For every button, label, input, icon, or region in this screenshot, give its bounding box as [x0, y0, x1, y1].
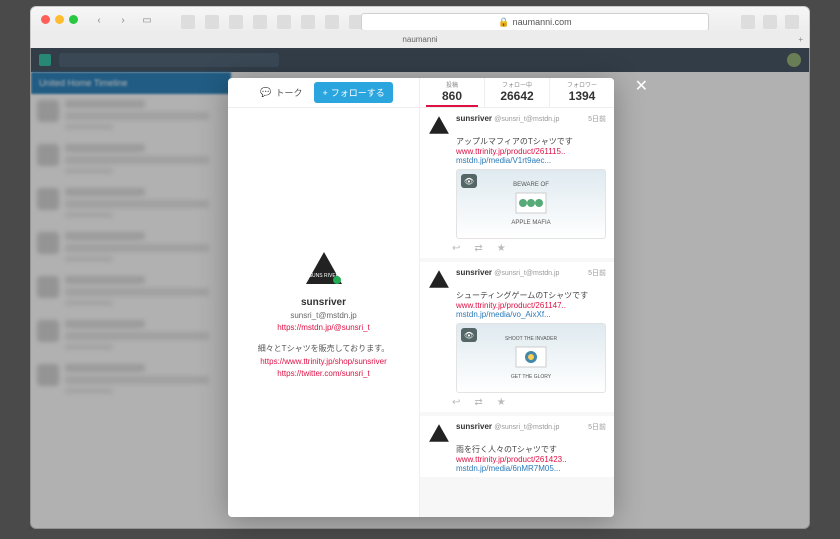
toolbar-icon-7[interactable] — [325, 15, 339, 29]
close-icon[interactable]: ✕ — [635, 76, 648, 96]
profile-twitter-link[interactable]: https://twitter.com/sunsri_t — [277, 369, 369, 378]
post-item: sunsriver @sunsri_t@mstdn.jp 5日前 雨を行く人々の… — [420, 416, 614, 477]
profile-pane: 💬 トーク + フォローする SUNS RIVER sunsriver suns… — [228, 78, 420, 517]
browser-right-icons — [741, 15, 799, 29]
post-attachment[interactable]: 👁 BEWARE OF APPLE MAFIA — [456, 169, 606, 239]
post-username[interactable]: sunsriver — [456, 114, 492, 123]
stat-posts[interactable]: 投稿 860 — [420, 78, 485, 107]
profile-shop-link[interactable]: https://www.ttrinity.jp/shop/sunsriver — [260, 357, 387, 366]
profile-modal: 💬 トーク + フォローする SUNS RIVER sunsriver suns… — [228, 78, 614, 517]
post-text: 雨を行く人々のTシャツです — [456, 444, 606, 455]
tab-title[interactable]: naumanni — [402, 35, 437, 44]
post-link-1[interactable]: www.ttrinity.jp/product/261423.. — [456, 455, 567, 464]
profile-avatar: SUNS RIVER — [304, 248, 344, 288]
attach-caption-bottom: APPLE MAFIA — [511, 220, 551, 226]
attach-caption-bottom: GET THE GLORY — [505, 374, 557, 380]
post-username[interactable]: sunsriver — [456, 268, 492, 277]
profile-username: sunsriver — [301, 297, 346, 308]
window-close[interactable] — [41, 15, 50, 24]
toolbar-icon-5[interactable] — [277, 15, 291, 29]
sensitive-icon[interactable]: 👁 — [461, 328, 477, 342]
stats-row: 投稿 860 フォロー中 26642 フォロワー 1394 — [420, 78, 614, 108]
toolbar-icon-2[interactable] — [205, 15, 219, 29]
post-time: 5日前 — [588, 268, 606, 278]
post-handle: @sunsri_t@mstdn.jp — [494, 116, 559, 123]
stat-following-count: 26642 — [485, 89, 549, 103]
toolbar-icon-4[interactable] — [253, 15, 267, 29]
post-actions: ↩ ⇄ ★ — [452, 397, 606, 408]
traffic-lights — [41, 15, 78, 24]
post-time: 5日前 — [588, 422, 606, 432]
talk-button[interactable]: 💬 トーク — [254, 83, 308, 102]
post-avatar[interactable] — [428, 268, 450, 290]
profile-handle: sunsri_t@mstdn.jp — [290, 311, 356, 320]
profile-body: SUNS RIVER sunsriver sunsri_t@mstdn.jp h… — [228, 108, 419, 517]
profile-bio: 細々とTシャツを販売しております。 — [258, 343, 390, 354]
post-link-2[interactable]: mstdn.jp/media/V1rt9aec... — [456, 156, 551, 165]
post-text: アップルマフィアのTシャツです — [456, 136, 606, 147]
stat-following-label: フォロー中 — [485, 80, 549, 89]
post-avatar[interactable] — [428, 422, 450, 444]
toolbar-icon-3[interactable] — [229, 15, 243, 29]
toolbar-icon-6[interactable] — [301, 15, 315, 29]
stat-posts-label: 投稿 — [420, 80, 484, 89]
post-attachment[interactable]: 👁 SHOOT THE INVADER GET THE GLORY — [456, 323, 606, 393]
forward-button[interactable]: › — [115, 13, 131, 27]
favorite-icon[interactable]: ★ — [497, 397, 506, 408]
boost-icon[interactable]: ⇄ — [474, 397, 482, 408]
post-text: シューティングゲームのTシャツです — [456, 290, 606, 301]
address-bar[interactable]: 🔒 naumanni.com — [361, 13, 709, 31]
stat-posts-count: 860 — [420, 89, 484, 103]
toolbar-icons — [181, 15, 363, 29]
follow-button[interactable]: + フォローする — [314, 82, 392, 103]
post-link-2[interactable]: mstdn.jp/media/6nMR7M05... — [456, 464, 561, 473]
window-zoom[interactable] — [69, 15, 78, 24]
sensitive-icon[interactable]: 👁 — [461, 174, 477, 188]
url-text: naumanni.com — [513, 17, 572, 27]
window-minimize[interactable] — [55, 15, 64, 24]
posts-list: sunsriver @sunsri_t@mstdn.jp 5日前 アップルマフィ… — [420, 108, 614, 517]
profile-actions: 💬 トーク + フォローする — [228, 78, 419, 108]
post-link-1[interactable]: www.ttrinity.jp/product/261147.. — [456, 301, 566, 310]
post-handle: @sunsri_t@mstdn.jp — [494, 270, 559, 277]
boost-icon[interactable]: ⇄ — [474, 243, 482, 254]
post-link-2[interactable]: mstdn.jp/media/vo_AixXf... — [456, 310, 551, 319]
tabs-icon[interactable] — [785, 15, 799, 29]
reply-icon[interactable]: ↩ — [452, 397, 460, 408]
post-username[interactable]: sunsriver — [456, 422, 492, 431]
back-button[interactable]: ‹ — [91, 13, 107, 27]
post-link-1[interactable]: www.ttrinity.jp/product/261115.. — [456, 147, 565, 156]
lock-icon: 🔒 — [498, 17, 509, 28]
post-item: sunsriver @sunsri_t@mstdn.jp 5日前 シューティング… — [420, 262, 614, 412]
talk-label: トーク — [275, 86, 302, 99]
browser-nav: ‹ › ▭ — [91, 13, 155, 27]
stat-followers-label: フォロワー — [550, 80, 614, 89]
favorite-icon[interactable]: ★ — [497, 243, 506, 254]
profile-link[interactable]: https://mstdn.jp/@sunsri_t — [277, 323, 370, 332]
download-icon[interactable] — [741, 15, 755, 29]
post-time: 5日前 — [588, 114, 606, 124]
share-icon[interactable] — [763, 15, 777, 29]
chat-icon: 💬 — [260, 87, 271, 98]
plus-icon: + — [322, 88, 327, 98]
post-actions: ↩ ⇄ ★ — [452, 243, 606, 254]
sidebar-button[interactable]: ▭ — [139, 13, 155, 27]
toolbar-icon-1[interactable] — [181, 15, 195, 29]
post-avatar[interactable] — [428, 114, 450, 136]
follow-label: フォローする — [331, 86, 385, 99]
post-handle: @sunsri_t@mstdn.jp — [494, 424, 559, 431]
post-item: sunsriver @sunsri_t@mstdn.jp 5日前 アップルマフィ… — [420, 108, 614, 258]
reply-icon[interactable]: ↩ — [452, 243, 460, 254]
stat-following[interactable]: フォロー中 26642 — [485, 78, 550, 107]
stat-followers-count: 1394 — [550, 89, 614, 103]
tab-bar: naumanni + — [30, 30, 810, 48]
new-tab-button[interactable]: + — [798, 35, 803, 44]
stat-followers[interactable]: フォロワー 1394 — [550, 78, 614, 107]
timeline-pane: 投稿 860 フォロー中 26642 フォロワー 1394 sunsriver … — [420, 78, 614, 517]
